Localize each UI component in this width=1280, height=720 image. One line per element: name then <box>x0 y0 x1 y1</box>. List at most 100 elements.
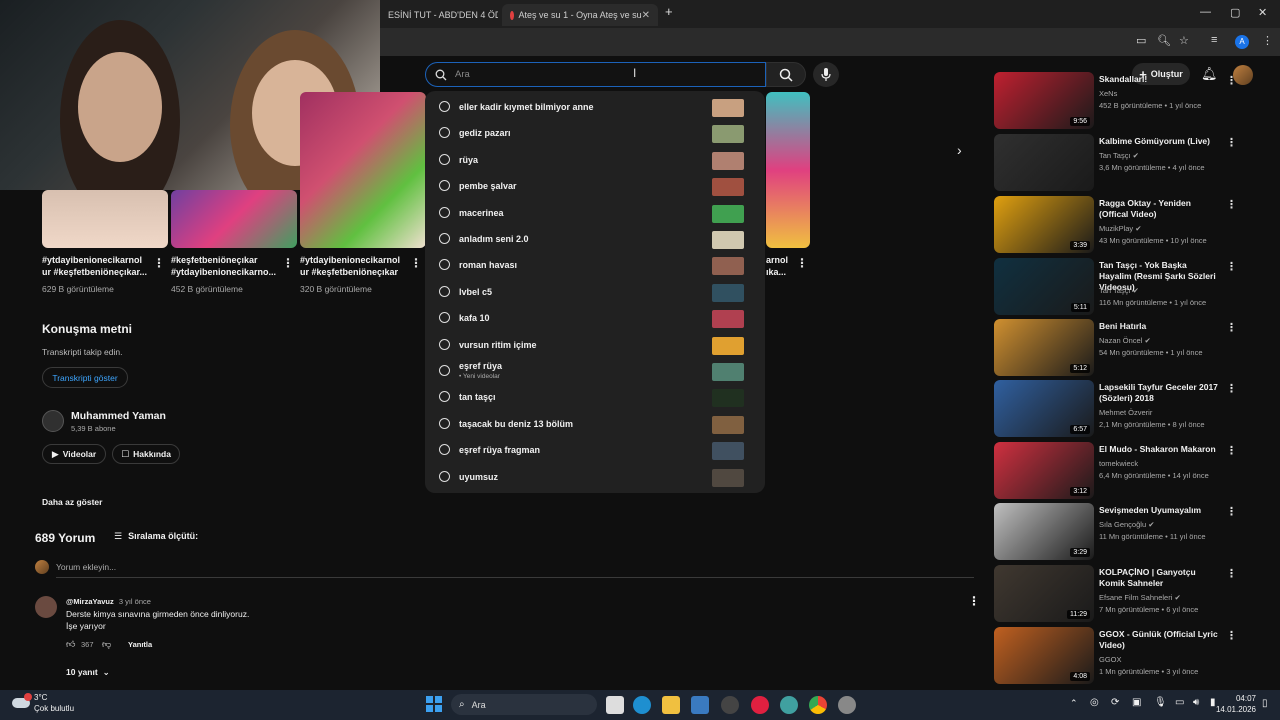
tray-app-icon[interactable]: ▣ <box>1132 697 1141 708</box>
app-icon[interactable] <box>721 696 739 714</box>
suggestion-item[interactable]: kafa 10 <box>425 306 765 332</box>
zoom-icon[interactable]: 🔍︎ <box>1157 34 1171 47</box>
taskbar-search[interactable]: ⌕ Ara <box>451 694 597 715</box>
video-title[interactable]: GGOX - Günlük (Official Lyric Video) <box>1099 629 1219 651</box>
more-options-icon[interactable]: ⋮ <box>1226 260 1237 273</box>
more-options-icon[interactable]: ⋮ <box>410 256 422 270</box>
sort-button[interactable]: ☰ Sıralama ölçütü: <box>114 531 198 542</box>
author-name[interactable]: @MirzaYavuz <box>66 597 114 606</box>
suggestion-item[interactable]: taşacak bu deniz 13 bölüm <box>425 412 765 438</box>
suggestion-item[interactable]: macerinea <box>425 201 765 227</box>
comment-time[interactable]: 3 yıl önce <box>119 597 151 606</box>
volume-icon[interactable]: 🔊︎ <box>1193 697 1199 708</box>
file-explorer-icon[interactable] <box>662 696 680 714</box>
video-thumbnail[interactable]: 3:12 <box>994 442 1094 499</box>
search-input[interactable]: Ara <box>455 69 470 80</box>
video-thumbnail[interactable]: 4:08 <box>994 627 1094 684</box>
related-video-item[interactable]: 4:08 GGOX - Günlük (Official Lyric Video)… <box>994 627 1274 687</box>
search-button[interactable] <box>766 62 806 87</box>
weather-desc[interactable]: Çok bulutlu <box>34 704 74 713</box>
clock-time[interactable]: 04:07 <box>1226 694 1256 703</box>
edge-icon[interactable] <box>633 696 651 714</box>
suggestion-item[interactable]: eşref rüya fragman <box>425 438 765 464</box>
suggestion-item[interactable]: anladım seni 2.0 <box>425 227 765 253</box>
video-thumbnail[interactable]: 11:29 <box>994 565 1094 622</box>
suggestion-item[interactable]: eller kadir kıymet bilmiyor anne <box>425 95 765 121</box>
video-channel[interactable]: Sıla Gençoğlu ✔ <box>1099 520 1154 529</box>
short-thumbnail[interactable] <box>171 190 297 248</box>
channel-name[interactable]: Muhammed Yaman <box>71 410 166 422</box>
browser-tab-active[interactable]: Ateş ve su 1 - Oyna Ateş ve su ✕ <box>502 4 658 26</box>
suggestion-item[interactable]: roman havası <box>425 253 765 279</box>
more-options-icon[interactable]: ⋮ <box>1226 567 1237 580</box>
related-video-item[interactable]: 3:12 El Mudo - Shakaron Makaron tomekwieck… <box>994 442 1274 502</box>
maximize-button[interactable]: ▢ <box>1230 6 1240 19</box>
video-title[interactable]: Kalbime Gömüyorum (Live) <box>1099 136 1219 147</box>
browser-menu-icon[interactable]: ⋮ <box>1262 34 1273 47</box>
globe-icon[interactable] <box>780 696 798 714</box>
video-thumbnail[interactable]: 5:12 <box>994 319 1094 376</box>
chevron-right-icon[interactable]: › <box>957 142 962 158</box>
close-window-button[interactable]: ✕ <box>1258 6 1267 19</box>
short-title[interactable]: #keşfetbeniöneçıkar #ytdayibenionecikarn… <box>171 254 279 278</box>
tray-icon[interactable]: ◎ <box>1090 697 1099 708</box>
windows-start-icon[interactable] <box>426 696 442 712</box>
more-options-icon[interactable]: ⋮ <box>1226 198 1237 211</box>
store-icon[interactable] <box>691 696 709 714</box>
more-options-icon[interactable]: ⋮ <box>1226 321 1237 334</box>
video-channel[interactable]: MuzikPlay ✔ <box>1099 224 1142 233</box>
weather-temp[interactable]: 3°C <box>34 693 47 702</box>
settings-gear-icon[interactable] <box>838 696 856 714</box>
related-video-item[interactable]: 9:56 Skandalları! XeNs 452 B görüntüleme • … <box>994 72 1274 132</box>
browser-tab[interactable]: ESİNİ TUT - ABD'DEN 4 ÖD ✕ <box>380 4 498 26</box>
task-view-icon[interactable] <box>606 696 624 714</box>
more-options-icon[interactable]: ⋮ <box>153 256 165 270</box>
more-options-icon[interactable]: ⋮ <box>1226 382 1237 395</box>
short-title[interactable]: #ytdayibenionecikarnol ur #keşfetbeniöne… <box>300 254 408 278</box>
video-channel[interactable]: Efsane Film Sahneleri ✔ <box>1099 593 1181 602</box>
bookmark-star-icon[interactable]: ☆ <box>1179 34 1189 47</box>
comment-author[interactable]: @MirzaYavuz 3 yıl önce <box>66 597 151 606</box>
video-thumbnail[interactable]: 6:57 <box>994 380 1094 437</box>
profile-avatar[interactable]: A <box>1235 35 1249 49</box>
related-video-item[interactable]: Kalbime Gömüyorum (Live) Tan Taşçı ✔ 3,6 M… <box>994 134 1274 194</box>
video-channel[interactable]: tomekwieck <box>1099 459 1138 468</box>
replies-toggle[interactable]: 10 yanıt ⌄ <box>66 667 110 678</box>
suggestion-item[interactable]: rüya <box>425 148 765 174</box>
voice-search-button[interactable] <box>813 62 839 87</box>
video-thumbnail[interactable] <box>994 134 1094 191</box>
show-less-button[interactable]: Daha az göster <box>42 497 102 507</box>
search-box[interactable]: Ara I <box>425 62 766 87</box>
add-comment-input[interactable]: Yorum ekleyin... <box>56 562 116 572</box>
channel-videos-button[interactable]: ▶ Videolar <box>42 444 106 464</box>
suggestion-item[interactable]: eşref rüya • Yeni videolar <box>425 359 765 385</box>
notification-icon[interactable]: ▯ <box>1262 698 1268 709</box>
minimize-button[interactable]: — <box>1200 6 1211 18</box>
related-video-item[interactable]: 3:39 Ragga Oktay - Yeniden (Offical Video… <box>994 196 1274 256</box>
video-channel[interactable]: GGOX <box>1099 655 1122 664</box>
channel-about-button[interactable]: ☐ Hakkında <box>112 444 180 464</box>
video-title[interactable]: El Mudo - Shakaron Makaron <box>1099 444 1219 455</box>
short-thumbnail[interactable] <box>42 190 168 248</box>
related-video-item[interactable]: 11:29 KOLPAÇİNO | Ganyotçu Komik Sahneler… <box>994 565 1274 625</box>
related-video-item[interactable]: 5:11 Tan Taşçı - Yok Başka Hayalim (Resmi… <box>994 258 1274 318</box>
related-video-item[interactable]: 6:57 Lapsekili Tayfur Geceler 2017 (Sözle… <box>994 380 1274 440</box>
show-transcript-button[interactable]: Transkripti göster <box>42 367 128 388</box>
weather-icon[interactable] <box>10 692 32 712</box>
short-thumbnail[interactable] <box>766 92 810 248</box>
media-icon[interactable]: ≡ <box>1211 34 1217 46</box>
short-title-partial[interactable]: arnol ıka... <box>766 254 788 278</box>
related-video-item[interactable]: 5:12 Beni Hatırla Nazan Öncel ✔ 54 Mn görün… <box>994 319 1274 379</box>
video-channel[interactable]: Tan Taşçı ✔ <box>1099 286 1139 295</box>
video-channel[interactable]: Nazan Öncel ✔ <box>1099 336 1151 345</box>
clock-date[interactable]: 14.01.2026 <box>1214 705 1256 714</box>
suggestion-item[interactable]: uyumsuz <box>425 465 765 491</box>
video-title[interactable]: Ragga Oktay - Yeniden (Offical Video) <box>1099 198 1219 220</box>
suggestion-item[interactable]: gediz pazarı <box>425 121 765 147</box>
more-options-icon[interactable]: ⋮ <box>1226 505 1237 518</box>
more-options-icon[interactable]: ⋮ <box>282 256 294 270</box>
video-thumbnail[interactable]: 3:39 <box>994 196 1094 253</box>
video-channel[interactable]: Mehmet Özverir <box>1099 408 1152 417</box>
video-title[interactable]: Lapsekili Tayfur Geceler 2017 (Sözleri) … <box>1099 382 1219 404</box>
like-icon[interactable]: 👍︎ <box>66 639 75 650</box>
